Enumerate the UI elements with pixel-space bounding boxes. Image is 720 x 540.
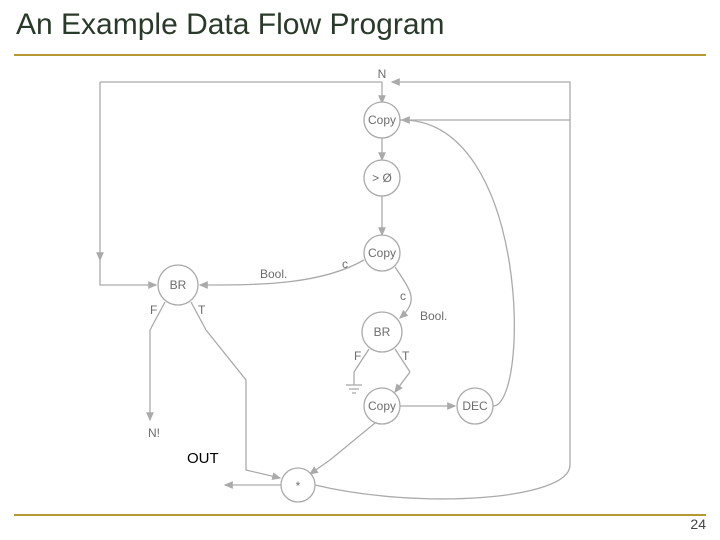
label-ni: N! (148, 426, 160, 440)
label-br2: BR (374, 325, 391, 339)
slide-container: An Example Data Flow Program N Copy > Ø … (0, 0, 720, 540)
label-T1: T (198, 303, 206, 317)
label-c1: c (342, 257, 348, 271)
label-out: OUT (185, 450, 221, 467)
label-gt0: > Ø (372, 171, 392, 185)
dataflow-diagram: N Copy > Ø Copy Bool. c BR F T (0, 0, 720, 540)
label-bool2: Bool. (420, 309, 447, 323)
label-c2: c (400, 289, 406, 303)
label-br1: BR (170, 278, 187, 292)
label-copy2: Copy (368, 246, 396, 260)
label-F2: F (354, 349, 361, 363)
page-number: 24 (690, 516, 706, 532)
label-F1: F (150, 303, 157, 317)
label-bool1: Bool. (260, 267, 287, 281)
label-N: N (378, 67, 387, 81)
label-copy3: Copy (368, 399, 396, 413)
label-mul: * (296, 479, 301, 493)
label-dec: DEC (462, 399, 488, 413)
rule-bottom (14, 514, 706, 516)
label-copy1: Copy (368, 113, 396, 127)
